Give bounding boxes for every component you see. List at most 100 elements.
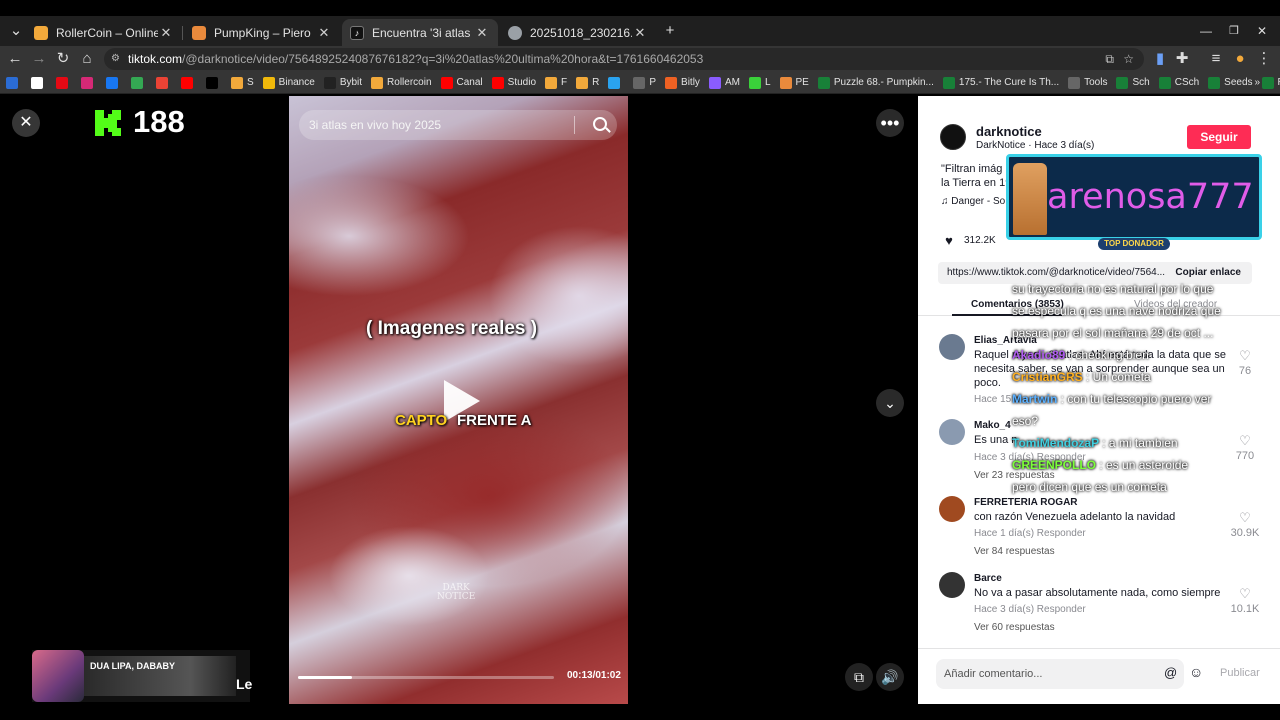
bookmark-item[interactable]: Rollercoin: [371, 76, 432, 89]
comment-avatar[interactable]: [939, 334, 965, 360]
like-heart-icon[interactable]: ♥: [942, 234, 956, 248]
site-info-icon[interactable]: ⚙: [111, 48, 120, 70]
bookmark-item[interactable]: AM: [708, 76, 740, 89]
bookmark-item[interactable]: CSch: [1158, 76, 1199, 89]
bookmark-item[interactable]: [56, 76, 72, 89]
video-player[interactable]: 3i atlas en vivo hoy 2025 ( Imagenes rea…: [289, 96, 628, 704]
copy-link-button[interactable]: Copiar enlace: [1175, 262, 1241, 284]
bookmark-item[interactable]: [206, 76, 222, 89]
comment-avatar[interactable]: [939, 419, 965, 445]
bookmark-item[interactable]: Tools: [1068, 76, 1108, 89]
profile-icon[interactable]: ●: [1230, 49, 1250, 69]
video-search-input[interactable]: 3i atlas en vivo hoy 2025: [299, 110, 617, 140]
bookmark-item[interactable]: Seeds: [1208, 76, 1253, 89]
more-options-icon[interactable]: •••: [876, 109, 904, 137]
bookmark-label: Tools: [1084, 77, 1108, 88]
bookmark-item[interactable]: Puzzle 68.- Pumpkin...: [817, 76, 934, 89]
tab-1[interactable]: PumpKing – Piero ✕: [184, 19, 340, 46]
bookmark-item[interactable]: 175.- The Cure Is Th...: [942, 76, 1059, 89]
search-placeholder: 3i atlas en vivo hoy 2025: [309, 118, 442, 132]
follow-button[interactable]: Seguir: [1187, 125, 1251, 149]
publish-button[interactable]: Publicar: [1220, 667, 1260, 679]
view-replies[interactable]: Ver 84 respuestas: [974, 546, 1055, 557]
bookmark-icon: [206, 76, 218, 89]
bookmark-item[interactable]: [156, 76, 172, 89]
close-tab-icon[interactable]: ✕: [316, 25, 332, 41]
bookmark-item[interactable]: Bybit: [323, 76, 362, 89]
comment-heart-icon[interactable]: ♡: [1238, 587, 1252, 601]
tab-bar: ⌄ RollerCoin – Online Bitcoin Min ✕ Pump…: [0, 16, 1280, 46]
bookmark-item[interactable]: Studio: [491, 76, 536, 89]
restore-icon[interactable]: ❐: [1224, 21, 1244, 41]
bookmark-item[interactable]: Canal: [440, 76, 483, 89]
close-tab-icon[interactable]: ✕: [158, 25, 174, 41]
music-row[interactable]: ♫ Danger - So: [941, 195, 1005, 209]
bookmark-item[interactable]: Rifa H: [1261, 76, 1280, 89]
extension-icon[interactable]: ▮: [1150, 49, 1170, 69]
close-video-icon[interactable]: ✕: [12, 109, 40, 137]
bookmark-item[interactable]: [6, 76, 22, 89]
volume-icon[interactable]: 🔊: [876, 663, 904, 691]
progress-bar[interactable]: [298, 676, 554, 679]
extensions-puzzle-icon[interactable]: ✚: [1172, 49, 1192, 69]
mention-icon[interactable]: @: [1164, 665, 1177, 680]
search-icon[interactable]: [593, 117, 607, 131]
progress-fill: [298, 676, 352, 679]
comment-user[interactable]: Mako_4: [974, 420, 1011, 431]
comment-heart-icon[interactable]: ♡: [1238, 511, 1252, 525]
bookmark-item[interactable]: [106, 76, 122, 89]
tab-2-active[interactable]: ♪ Encuentra '3i atlas ultima hora' ✕: [342, 19, 498, 46]
new-tab-icon[interactable]: +: [660, 21, 680, 41]
bookmark-item[interactable]: [31, 76, 47, 89]
tab-3[interactable]: 20251018_230216.jpg (3000×4 ✕: [500, 19, 656, 46]
back-arrow-icon[interactable]: ←: [5, 49, 25, 69]
bookmark-item[interactable]: [608, 76, 624, 89]
minimize-icon[interactable]: —: [1196, 21, 1216, 41]
view-replies[interactable]: Ver 60 respuestas: [974, 622, 1055, 633]
bookmark-item[interactable]: Binance: [262, 76, 315, 89]
media-icon[interactable]: ≡: [1206, 49, 1226, 69]
rollercoin-icon: [34, 25, 48, 40]
install-app-icon[interactable]: ⧉: [1105, 48, 1114, 70]
bookmark-icon: [817, 76, 830, 89]
home-icon[interactable]: ⌂: [77, 49, 97, 69]
bookmark-item[interactable]: L: [748, 76, 771, 89]
reload-icon[interactable]: ↻: [53, 49, 73, 69]
forward-arrow-icon[interactable]: →: [29, 49, 49, 69]
menu-kebab-icon[interactable]: ⋮: [1254, 49, 1274, 69]
author-name[interactable]: darknotice: [976, 124, 1042, 139]
bookmark-item[interactable]: [81, 76, 97, 89]
bookmark-star-icon[interactable]: ☆: [1123, 48, 1134, 70]
next-video-chevron-down-icon[interactable]: ⌄: [876, 389, 904, 417]
bookmark-item[interactable]: S: [231, 76, 254, 89]
close-tab-icon[interactable]: ✕: [632, 25, 648, 41]
bookmark-item[interactable]: R: [576, 76, 599, 89]
author-avatar[interactable]: [940, 124, 966, 150]
bookmark-item[interactable]: Bitly: [665, 76, 700, 89]
bookmark-icon: [231, 76, 243, 89]
close-tab-icon[interactable]: ✕: [474, 25, 490, 41]
bookmark-item[interactable]: F: [545, 76, 567, 89]
bookmark-item[interactable]: PE: [779, 76, 809, 89]
pip-icon[interactable]: ⧉: [845, 663, 873, 691]
url-bar[interactable]: ⚙ tiktok.com/@darknotice/video/756489252…: [104, 48, 1144, 70]
bookmark-item[interactable]: Sch: [1116, 76, 1150, 89]
chat-line: eso?: [1012, 414, 1038, 428]
bookmark-item[interactable]: P: [633, 76, 656, 89]
bookmark-item[interactable]: [181, 76, 197, 89]
bookmarks-bar: S Binance Bybit Rollercoin Canal Studio F R P Bit…: [0, 72, 1280, 94]
tab-0[interactable]: RollerCoin – Online Bitcoin Min ✕: [26, 19, 182, 46]
close-window-icon[interactable]: ✕: [1252, 21, 1272, 41]
bookmarks-more-icon[interactable]: »: [1254, 77, 1260, 88]
comment-avatar[interactable]: [939, 496, 965, 522]
comment-user[interactable]: Barce: [974, 573, 1002, 584]
caption-yellow: CAPTO: [395, 412, 448, 429]
comment-input[interactable]: Añadir comentario...: [936, 659, 1184, 689]
tab-search-chevron-icon[interactable]: ⌄: [6, 21, 26, 41]
pixel-pet-icon: [1013, 163, 1047, 235]
comment-avatar[interactable]: [939, 572, 965, 598]
emoji-icon[interactable]: ☺: [1189, 664, 1203, 680]
bookmark-item[interactable]: [131, 76, 147, 89]
desc-line2: la Tierra en 19: [941, 177, 1012, 189]
bookmark-icon: [545, 76, 558, 89]
